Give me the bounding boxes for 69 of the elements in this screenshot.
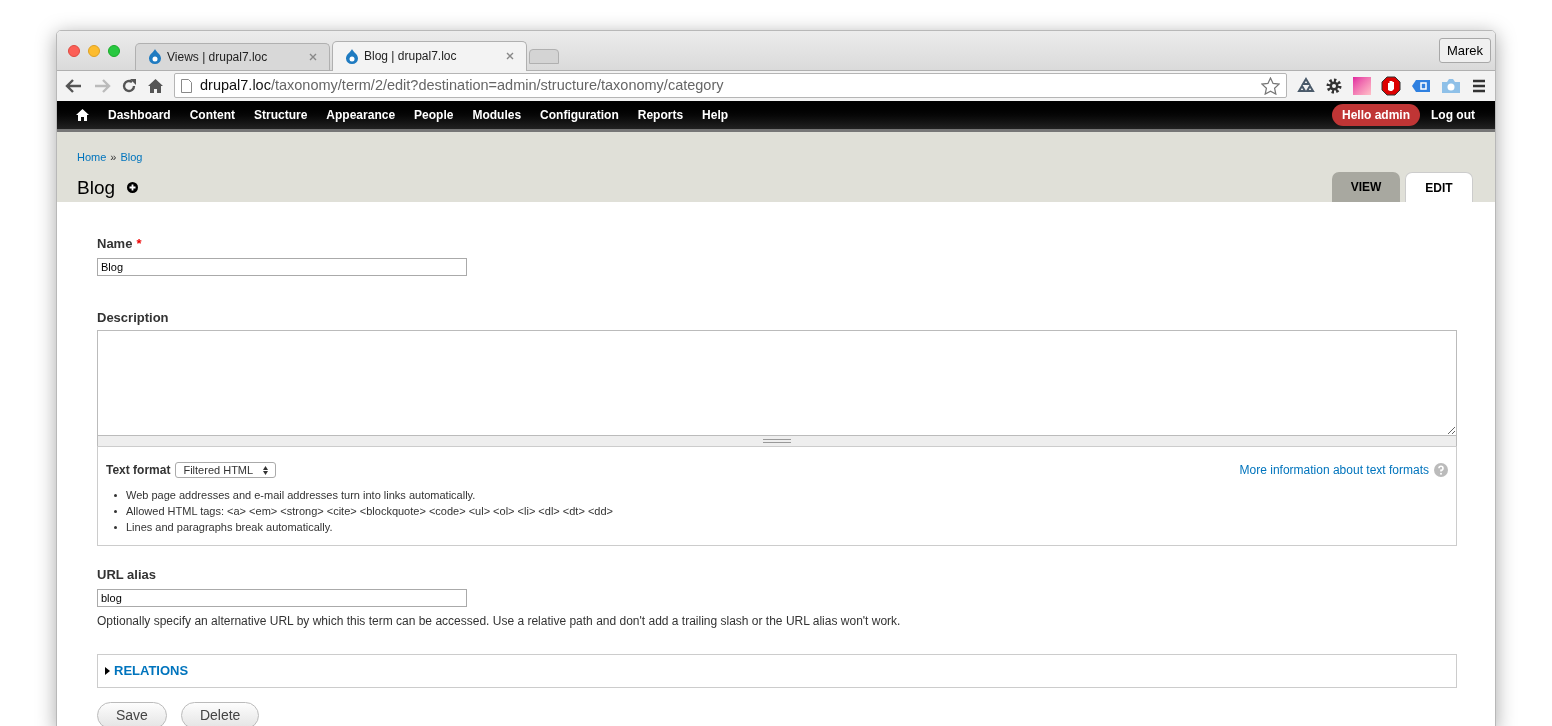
star-icon[interactable]	[1261, 76, 1280, 95]
form-button[interactable]: Save	[97, 702, 167, 726]
browser-tab[interactable]: Blog | drupal7.loc	[332, 40, 527, 71]
admin-menu-link[interactable]: Structure	[254, 106, 308, 125]
select-arrows-icon	[263, 466, 269, 475]
close-tab-icon[interactable]	[309, 52, 317, 61]
add-shortcut-icon[interactable]	[127, 182, 139, 194]
page-tab[interactable]: VIEW	[1332, 172, 1400, 203]
page-icon	[181, 78, 192, 93]
help-link[interactable]: More information about text formats	[1239, 461, 1429, 480]
format-tip: Web page addresses and e-mail addresses turn into links automatically.	[126, 488, 476, 504]
drop-logo-icon	[148, 49, 162, 64]
admin-menu-link[interactable]: Reports	[637, 106, 684, 125]
tab-title: Blog | drupal7.loc	[364, 48, 458, 65]
field-label: Description	[97, 309, 169, 327]
bullet-icon	[114, 510, 117, 513]
maximize-window-icon[interactable]	[108, 45, 120, 57]
back-icon[interactable]	[65, 77, 83, 94]
breadcrumb-separator: »	[110, 150, 117, 166]
format-tip: Lines and paragraphs break automatically.	[126, 520, 333, 536]
address-bar[interactable]: drupal7.loc/taxonomy/term/2/edit?destination=admin/structure/taxonomy/category	[174, 73, 1287, 99]
camera-icon[interactable]	[1441, 77, 1461, 94]
admin-menu-link[interactable]: Dashboard	[108, 106, 171, 125]
text-format-label: Text format	[106, 462, 171, 480]
name-input[interactable]: Blog	[97, 258, 467, 276]
description-textarea[interactable]	[97, 330, 1457, 437]
url-path: /taxonomy/term/2/edit?destination=admin/structure/taxonomy/category	[270, 77, 724, 93]
field-label: Name	[97, 235, 133, 254]
bullet-icon	[114, 494, 117, 497]
profile-button[interactable]: Marek	[1438, 38, 1491, 63]
field-label: URL alias	[97, 566, 156, 585]
menu-icon[interactable]	[1471, 78, 1487, 93]
format-select[interactable]: Filtered HTML	[175, 462, 277, 479]
home-icon[interactable]	[76, 109, 89, 122]
resize-grip[interactable]	[97, 436, 1457, 447]
tag-icon[interactable]	[1411, 77, 1431, 94]
close-window-icon[interactable]	[68, 45, 80, 57]
user-badge[interactable]: Hello admin	[1332, 104, 1420, 127]
required-mark: *	[136, 235, 142, 254]
expand-triangle-icon[interactable]	[105, 667, 110, 675]
browser-tab[interactable]: Views | drupal7.loc	[135, 42, 330, 70]
admin-menu-link[interactable]: Modules	[472, 106, 522, 125]
admin-menu-link[interactable]: Content	[189, 106, 235, 125]
color-extension-icon[interactable]	[1353, 76, 1371, 95]
reload-icon[interactable]	[121, 77, 137, 94]
url-alias-input[interactable]: blog	[97, 589, 467, 607]
url-host: drupal7.loc	[200, 77, 271, 93]
relations-toggle[interactable]: RELATIONS	[114, 661, 189, 681]
recycle-icon[interactable]	[1297, 76, 1315, 95]
format-tip: Allowed HTML tags: <a> <em> <strong> <cite> <blockquote> <code> <ul> <ol> <li> <dl> <dt> <dd>	[126, 504, 613, 520]
page-tab[interactable]: EDIT	[1405, 172, 1473, 203]
home-icon[interactable]	[147, 77, 164, 94]
form-button[interactable]: Delete	[180, 702, 260, 726]
settings-icon[interactable]	[1325, 76, 1343, 95]
admin-menu-link[interactable]: People	[414, 106, 454, 125]
logout-link[interactable]: Log out	[1431, 106, 1475, 125]
stop-hand-icon[interactable]	[1381, 75, 1401, 96]
field-description: Optionally specify an alternative URL by which this term can be accessed. Use a relative path and don't add a trailing slash or the URL alias won't work.	[97, 613, 902, 630]
breadcrumb-link[interactable]: Home	[77, 149, 107, 166]
close-tab-icon[interactable]	[506, 52, 514, 60]
breadcrumb-link[interactable]: Blog	[120, 149, 143, 166]
tab-title: Views | drupal7.loc	[167, 48, 269, 66]
drop-logo-icon	[345, 48, 359, 64]
page-title: Blog	[77, 175, 116, 200]
admin-menu-link[interactable]: Configuration	[540, 106, 619, 125]
admin-menu-link[interactable]: Appearance	[326, 106, 396, 125]
help-icon[interactable]	[1434, 463, 1448, 478]
admin-menu-link[interactable]: Help	[702, 106, 729, 125]
bullet-icon	[114, 526, 117, 529]
